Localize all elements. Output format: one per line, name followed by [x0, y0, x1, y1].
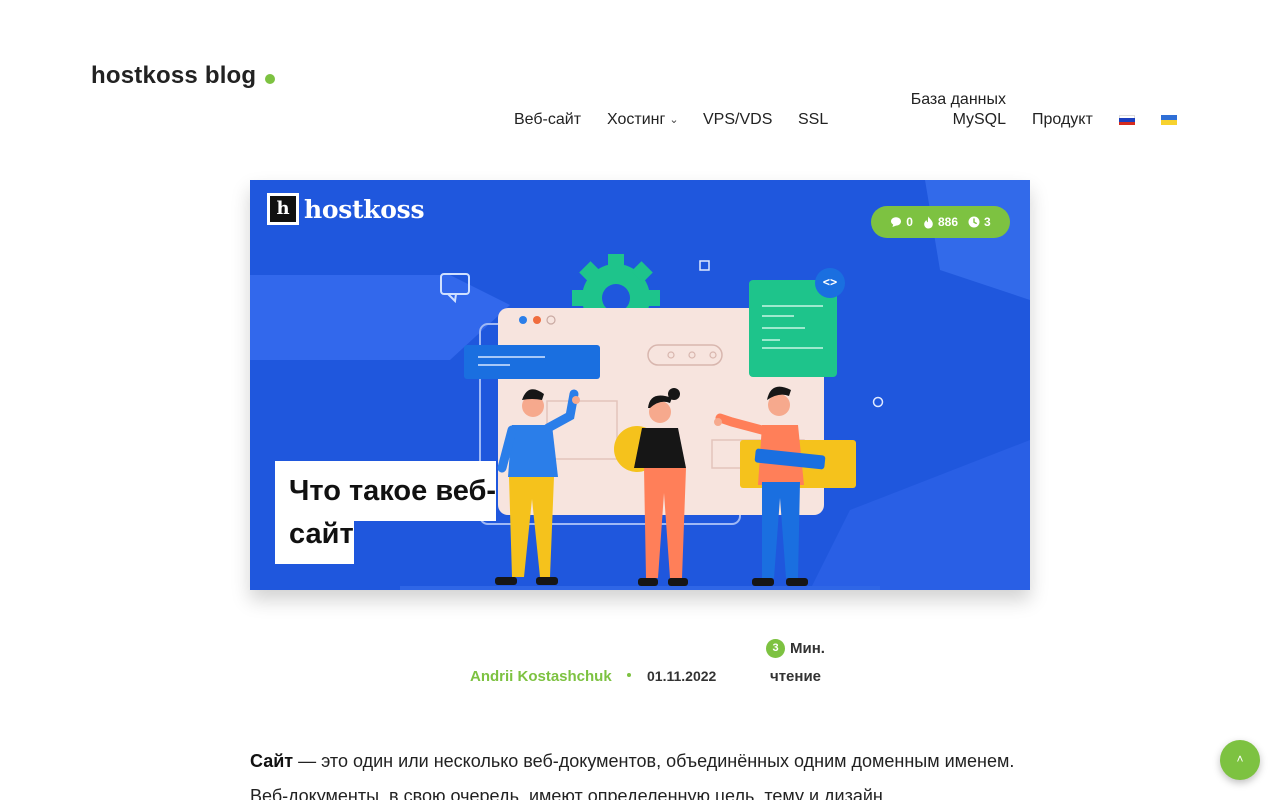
brand-name: hostkoss: [304, 194, 425, 224]
chevron-down-icon: ⌄: [669, 114, 679, 126]
stat-read-time-value: 3: [984, 215, 991, 229]
stat-read-time: 3: [968, 215, 991, 229]
logo-dot: [265, 74, 275, 84]
article-intro: Сайт — это один или несколько веб-докуме…: [250, 744, 1030, 800]
nav-item-product[interactable]: Продукт: [1032, 110, 1093, 130]
nav-item-database-line2: MySQL: [952, 111, 1006, 128]
stat-comments: 0: [890, 215, 913, 229]
flag-ru-icon[interactable]: [1119, 115, 1135, 125]
fire-icon: [924, 216, 933, 228]
article-lead-bold: Сайт: [250, 751, 294, 771]
read-time-label-line1: Мин.: [790, 640, 825, 657]
meta-separator-dot: [627, 673, 631, 677]
read-time-label-line2: чтение: [770, 668, 822, 685]
stat-comments-value: 0: [906, 215, 913, 229]
nav-item-website[interactable]: Веб-сайт: [514, 110, 581, 130]
clock-icon: [968, 216, 980, 228]
read-time-badge: 3: [766, 639, 785, 658]
arrow-up-icon: ˄: [1236, 752, 1244, 766]
post-stats-badge: 0 886 3: [871, 206, 1010, 238]
post-title: Что такое веб-сайт: [275, 461, 507, 564]
author-link[interactable]: Andrii Kostashchuk: [470, 668, 612, 685]
nav-item-database-line1: База данных: [910, 91, 1006, 108]
hero-banner: h hostkoss <> 0 886 3 Что такое веб-сайт: [250, 180, 1030, 590]
stat-views: 886: [923, 215, 958, 229]
nav-item-hosting[interactable]: Хостинг ⌄: [607, 110, 679, 131]
site-logo[interactable]: hostkoss blog: [91, 62, 256, 90]
brand-logo-icon: h: [267, 193, 299, 225]
nav-item-vps[interactable]: VPS/VDS: [703, 110, 772, 130]
flag-ua-icon[interactable]: [1161, 115, 1177, 125]
post-date: 01.11.2022: [647, 668, 717, 684]
nav-item-hosting-label: Хостинг: [607, 111, 666, 128]
stat-views-value: 886: [937, 215, 959, 229]
scroll-to-top-button[interactable]: ˄: [1220, 740, 1260, 780]
code-tag-icon: <>: [822, 275, 838, 289]
brand-logo-letter: h: [270, 196, 296, 222]
hero-brand: h hostkoss: [267, 193, 425, 225]
article-lead-text: — это один или несколько веб-документов,…: [250, 751, 1015, 800]
comment-icon: [891, 217, 902, 227]
post-title-text: Что такое веб-сайт: [275, 461, 497, 564]
nav-item-database[interactable]: База данных MySQL: [880, 90, 1006, 130]
nav-item-ssl[interactable]: SSL: [798, 110, 828, 130]
